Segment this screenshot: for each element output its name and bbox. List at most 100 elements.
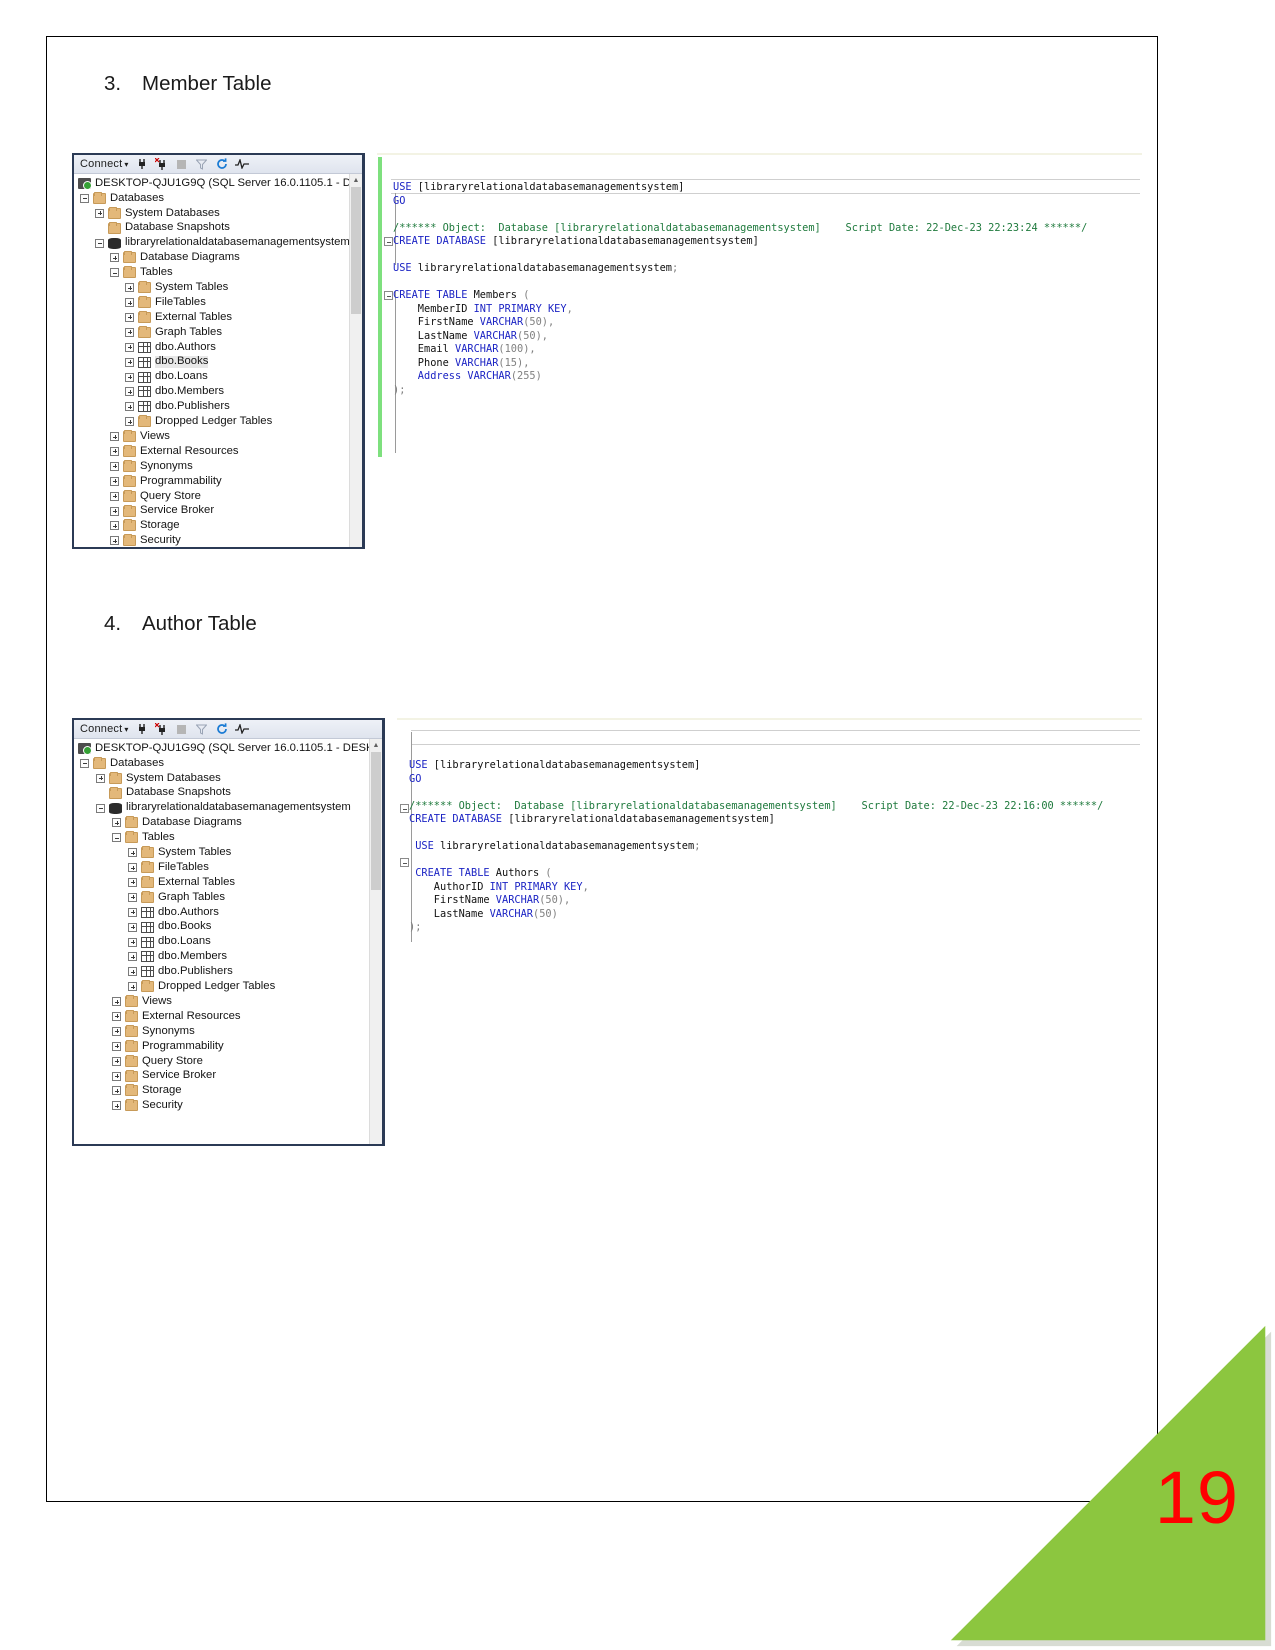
tree-node-databases[interactable]: Databases [74, 756, 382, 771]
expand-icon[interactable] [128, 892, 137, 902]
tree-node-tables[interactable]: Tables [74, 265, 362, 280]
object-explorer-panel[interactable]: Connect ▾ DESKTOP-QJU1G9Q (SQL Server 16.… [72, 718, 382, 1146]
expand-icon[interactable] [110, 476, 119, 486]
expand-icon[interactable] [125, 327, 134, 337]
expand-icon[interactable] [112, 1071, 121, 1081]
tree-node-server[interactable]: DESKTOP-QJU1G9Q (SQL Server 16.0.1105.1 … [74, 741, 382, 756]
tree-node-system-tables[interactable]: System Tables [74, 280, 362, 295]
expand-icon[interactable] [110, 506, 119, 516]
tree-node-query-store[interactable]: Query Store [74, 1054, 382, 1069]
expand-icon[interactable] [128, 877, 137, 887]
activity-monitor-icon[interactable] [234, 157, 249, 171]
expand-icon[interactable] [125, 283, 134, 293]
connect-plug-icon[interactable] [135, 722, 149, 736]
object-explorer-toolbar[interactable]: Connect ▾ [74, 155, 362, 174]
expand-icon[interactable] [125, 312, 134, 322]
tree-node-databases[interactable]: Databases [74, 191, 362, 206]
tree-node-filetables[interactable]: FileTables [74, 295, 362, 310]
expand-icon[interactable] [128, 937, 137, 947]
tree-node-query-store[interactable]: Query Store [74, 489, 362, 504]
tree-node-service-broker[interactable]: Service Broker [74, 1069, 382, 1084]
expand-icon[interactable] [112, 1026, 121, 1036]
tree-nodes-container[interactable]: Databases System Databases Database Snapsh… [74, 756, 382, 1113]
tree-node-graph-tables[interactable]: Graph Tables [74, 325, 362, 340]
tree-node-external-tables[interactable]: External Tables [74, 310, 362, 325]
collapse-icon[interactable] [96, 803, 105, 813]
tree-node-libraryrelationaldatabasemanagementsystem[interactable]: libraryrelationaldatabasemanagementsyste… [74, 801, 382, 816]
tree-node-filetables[interactable]: FileTables [74, 860, 382, 875]
tree-node-dbo-books[interactable]: dbo.Books [74, 920, 382, 935]
expand-icon[interactable] [125, 298, 134, 308]
tree-node-programmability[interactable]: Programmability [74, 1039, 382, 1054]
tree-nodes-container[interactable]: Databases System Databases Database Snapsh… [74, 191, 362, 547]
expand-icon[interactable] [110, 536, 119, 546]
expand-icon[interactable] [110, 253, 119, 263]
tree-node-system-databases[interactable]: System Databases [74, 771, 382, 786]
refresh-icon[interactable] [215, 157, 229, 171]
tree-node-database-diagrams[interactable]: Database Diagrams [74, 250, 362, 265]
tree-node-security[interactable]: Security [74, 1098, 382, 1113]
fold-toggle-2[interactable] [400, 858, 409, 867]
expand-icon[interactable] [112, 997, 121, 1007]
tree-node-programmability[interactable]: Programmability [74, 474, 362, 489]
scroll-up-icon[interactable]: ▲ [370, 739, 382, 752]
tree-node-database-snapshots[interactable]: Database Snapshots [74, 786, 382, 801]
expand-icon[interactable] [112, 1086, 121, 1096]
scrollbar-thumb[interactable] [351, 187, 361, 314]
collapse-icon[interactable] [110, 268, 119, 278]
tree-node-dbo-authors[interactable]: dbo.Authors [74, 905, 382, 920]
tree-node-database-snapshots[interactable]: Database Snapshots [74, 221, 362, 236]
sql-editor-author[interactable]: USE [libraryrelationaldatabasemanagement… [397, 718, 1142, 1146]
expand-icon[interactable] [125, 417, 134, 427]
expand-icon[interactable] [112, 1101, 121, 1111]
object-explorer-tree[interactable]: DESKTOP-QJU1G9Q (SQL Server 16.0.1105.1 … [74, 739, 382, 1144]
tree-node-dropped-ledger-tables[interactable]: Dropped Ledger Tables [74, 979, 382, 994]
object-explorer-toolbar[interactable]: Connect ▾ [74, 720, 382, 739]
disconnect-plug-icon[interactable] [155, 157, 169, 171]
tree-node-security[interactable]: Security [74, 533, 362, 547]
expand-icon[interactable] [125, 402, 134, 412]
expand-icon[interactable] [128, 848, 137, 858]
tree-node-synonyms[interactable]: Synonyms [74, 1024, 382, 1039]
connect-button[interactable]: Connect ▾ [80, 723, 129, 735]
object-explorer-scrollbar[interactable]: ▲ [369, 739, 382, 1144]
tree-node-dbo-authors[interactable]: dbo.Authors [74, 340, 362, 355]
object-explorer-panel[interactable]: Connect ▾ DESKTOP-QJU1G9Q (SQL Server 16.… [72, 153, 362, 549]
tree-node-dbo-loans[interactable]: dbo.Loans [74, 935, 382, 950]
tree-node-external-resources[interactable]: External Resources [74, 444, 362, 459]
expand-icon[interactable] [128, 922, 137, 932]
expand-icon[interactable] [110, 461, 119, 471]
expand-icon[interactable] [125, 372, 134, 382]
expand-icon[interactable] [125, 342, 134, 352]
tree-node-tables[interactable]: Tables [74, 830, 382, 845]
expand-icon[interactable] [125, 387, 134, 397]
connect-button[interactable]: Connect ▾ [80, 158, 129, 170]
tree-node-storage[interactable]: Storage [74, 518, 362, 533]
fold-toggle-1[interactable] [400, 804, 409, 813]
expand-icon[interactable] [128, 907, 137, 917]
tree-node-system-tables[interactable]: System Tables [74, 845, 382, 860]
sql-code-text[interactable]: USE [libraryrelationaldatabasemanagement… [393, 181, 1087, 397]
tree-node-system-databases[interactable]: System Databases [74, 206, 362, 221]
collapse-icon[interactable] [80, 758, 89, 768]
disconnect-plug-icon[interactable] [155, 722, 169, 736]
tree-node-dbo-members[interactable]: dbo.Members [74, 949, 382, 964]
activity-monitor-icon[interactable] [234, 722, 249, 736]
object-explorer-tree[interactable]: DESKTOP-QJU1G9Q (SQL Server 16.0.1105.1 … [74, 174, 362, 547]
tree-node-graph-tables[interactable]: Graph Tables [74, 890, 382, 905]
collapse-icon[interactable] [80, 193, 89, 203]
expand-icon[interactable] [128, 982, 137, 992]
expand-icon[interactable] [96, 773, 105, 783]
fold-toggle-2[interactable] [384, 291, 393, 300]
refresh-icon[interactable] [215, 722, 229, 736]
tree-node-dbo-members[interactable]: dbo.Members [74, 384, 362, 399]
tree-node-dbo-publishers[interactable]: dbo.Publishers [74, 399, 362, 414]
expand-icon[interactable] [125, 357, 134, 367]
expand-icon[interactable] [112, 818, 121, 828]
expand-icon[interactable] [110, 521, 119, 531]
scrollbar-thumb[interactable] [371, 752, 381, 890]
tree-node-service-broker[interactable]: Service Broker [74, 504, 362, 519]
tree-node-database-diagrams[interactable]: Database Diagrams [74, 815, 382, 830]
tree-node-external-tables[interactable]: External Tables [74, 875, 382, 890]
tree-node-dbo-books[interactable]: dbo.Books [74, 355, 362, 370]
